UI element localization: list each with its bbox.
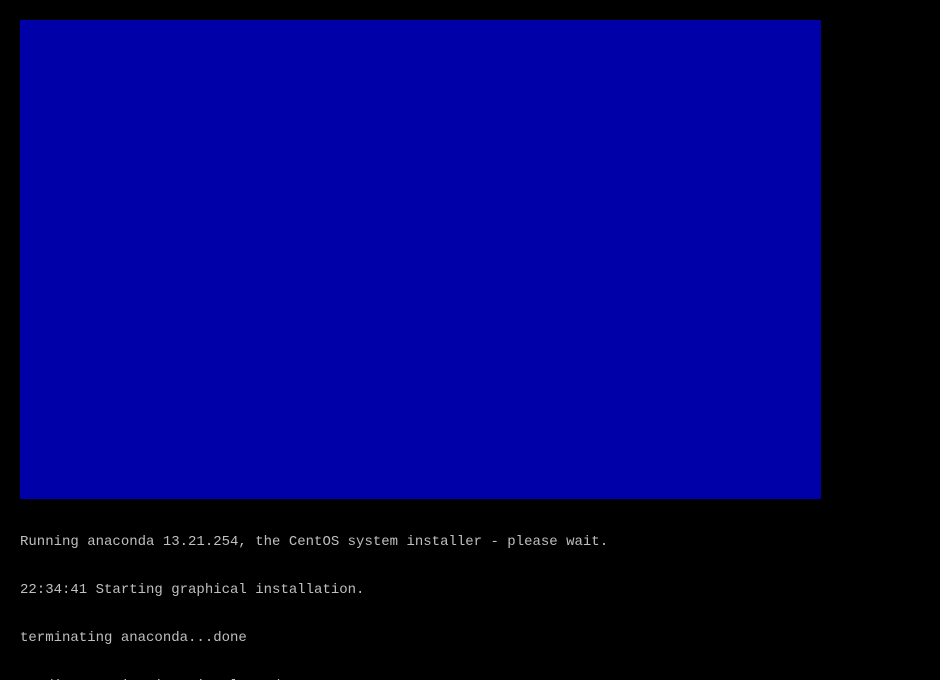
console-line: 22:34:41 Starting graphical installation… — [20, 582, 920, 598]
console-output: Running anaconda 13.21.254, the CentOS s… — [20, 502, 920, 680]
console-line: terminating anaconda...done — [20, 630, 920, 646]
console-line: Running anaconda 13.21.254, the CentOS s… — [20, 534, 920, 550]
installer-graphical-area — [20, 20, 821, 499]
terminal-screen[interactable]: Running anaconda 13.21.254, the CentOS s… — [0, 0, 940, 680]
